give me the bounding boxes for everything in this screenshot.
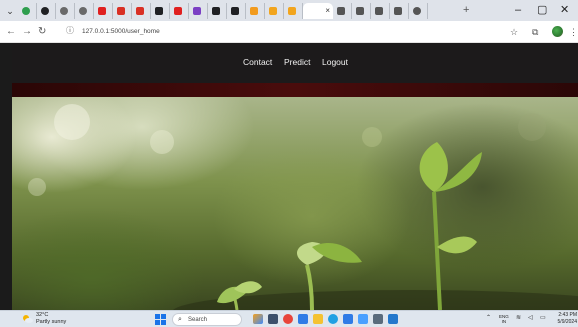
browser-tab-strip: ⌄ × + – ▢ ✕ bbox=[0, 0, 578, 21]
chat-icon bbox=[60, 7, 68, 15]
youtube-icon bbox=[174, 7, 182, 15]
browser-tab[interactable] bbox=[208, 3, 227, 19]
terminal-app-icon[interactable] bbox=[373, 314, 383, 324]
browser-tab[interactable] bbox=[170, 3, 189, 19]
browser-menu-icon[interactable]: ⋮ bbox=[569, 25, 578, 39]
browser-tab[interactable] bbox=[151, 3, 170, 19]
weather-widget[interactable]: 32°C Partly sunny bbox=[36, 312, 66, 326]
extensions-icon[interactable]: ⧉ bbox=[532, 25, 538, 39]
clock-time: 2:43 PM bbox=[558, 312, 577, 318]
orange-app-icon bbox=[269, 7, 277, 15]
orange-app-icon bbox=[288, 7, 296, 15]
hero-image-seedlings bbox=[12, 97, 578, 310]
minimize-button[interactable]: – bbox=[515, 3, 521, 17]
partly-sunny-icon[interactable] bbox=[22, 314, 33, 324]
nav-link-predict[interactable]: Predict bbox=[284, 57, 310, 68]
clock-date: 5/9/2024 bbox=[557, 319, 577, 325]
bookmark-star-icon[interactable]: ☆ bbox=[510, 25, 518, 39]
github-icon bbox=[212, 7, 220, 15]
windows-taskbar: 32°C Partly sunny ⌕ Search ⌃ ENG IN ≋ ◁ … bbox=[0, 310, 578, 327]
forward-icon[interactable]: → bbox=[22, 25, 32, 39]
close-tab-icon[interactable]: × bbox=[325, 6, 330, 15]
volume-icon[interactable]: ◁ bbox=[528, 314, 533, 323]
browser-tab[interactable] bbox=[352, 3, 371, 19]
store-app-icon[interactable] bbox=[298, 314, 308, 324]
wikipedia-icon bbox=[356, 7, 364, 15]
vscode-app-icon[interactable] bbox=[388, 314, 398, 324]
file-explorer-icon[interactable] bbox=[313, 314, 323, 324]
browser-tab[interactable] bbox=[18, 3, 37, 19]
region-code: IN bbox=[501, 319, 507, 324]
tab-search-chevron-icon[interactable]: ⌄ bbox=[4, 5, 16, 17]
browser-tab[interactable] bbox=[284, 3, 303, 19]
taskbar-search[interactable]: ⌕ Search bbox=[172, 313, 242, 326]
new-tab-button[interactable]: + bbox=[463, 4, 469, 16]
browser-tab[interactable] bbox=[390, 3, 409, 19]
browser-tab[interactable] bbox=[189, 3, 208, 19]
browser-tab[interactable] bbox=[227, 3, 246, 19]
reload-icon[interactable]: ↻ bbox=[38, 25, 46, 39]
browser-tab[interactable] bbox=[56, 3, 75, 19]
youtube-icon bbox=[98, 7, 106, 15]
task-view-icon[interactable] bbox=[268, 314, 278, 324]
tab-list: × bbox=[18, 3, 428, 19]
widgets-app-icon[interactable] bbox=[253, 314, 263, 324]
settings-icon bbox=[413, 7, 421, 15]
profile-avatar[interactable] bbox=[552, 26, 563, 37]
browser-tab[interactable] bbox=[409, 3, 428, 19]
browser-toolbar: ← → ↻ ⓘ 127.0.0.1:5000/user_home ☆ ⧉ ⋮ bbox=[0, 21, 578, 43]
openai-icon bbox=[41, 7, 49, 15]
seedlings-illustration bbox=[28, 104, 578, 310]
wikipedia-icon bbox=[337, 7, 345, 15]
edge-app-icon[interactable] bbox=[328, 314, 338, 324]
address-bar[interactable]: ⓘ 127.0.0.1:5000/user_home bbox=[60, 24, 530, 39]
browser-tab[interactable] bbox=[333, 3, 352, 19]
search-icon: ⌕ bbox=[178, 316, 182, 323]
orange-app-icon bbox=[250, 7, 258, 15]
close-window-button[interactable]: ✕ bbox=[560, 3, 569, 17]
battery-icon[interactable]: ▭ bbox=[540, 314, 546, 323]
browser-tab[interactable] bbox=[132, 3, 151, 19]
browser-tab[interactable] bbox=[265, 3, 284, 19]
show-hidden-icons-chevron-icon[interactable]: ⌃ bbox=[486, 314, 491, 323]
language-indicator[interactable]: ENG IN bbox=[499, 314, 509, 324]
weather-temperature: 32°C bbox=[36, 312, 49, 318]
navbar-accent-stripe bbox=[12, 83, 578, 97]
github-icon bbox=[231, 7, 239, 15]
gmail-icon bbox=[117, 7, 125, 15]
start-button[interactable] bbox=[155, 314, 166, 325]
chrome-app-icon[interactable] bbox=[283, 314, 293, 324]
gmail-icon bbox=[136, 7, 144, 15]
browser-tab[interactable] bbox=[75, 3, 94, 19]
notion-icon bbox=[155, 7, 163, 15]
wikipedia-icon bbox=[394, 7, 402, 15]
windows-logo-icon bbox=[155, 314, 160, 319]
search-placeholder: Search bbox=[188, 317, 208, 323]
web-page: Contact Predict Logout bbox=[12, 43, 578, 310]
browser-tab[interactable] bbox=[37, 3, 56, 19]
weather-description: Partly sunny bbox=[36, 319, 67, 325]
nav-link-logout[interactable]: Logout bbox=[322, 57, 348, 68]
photos-app-icon[interactable] bbox=[358, 314, 368, 324]
browser-tab[interactable] bbox=[246, 3, 265, 19]
purple-app-icon bbox=[193, 7, 201, 15]
wifi-icon[interactable]: ≋ bbox=[516, 314, 521, 323]
nav-link-contact[interactable]: Contact bbox=[243, 57, 272, 68]
circle-icon bbox=[22, 7, 30, 15]
url-text[interactable]: 127.0.0.1:5000/user_home bbox=[82, 26, 160, 37]
chat-icon bbox=[79, 7, 87, 15]
browser-tab[interactable] bbox=[371, 3, 390, 19]
back-icon[interactable]: ← bbox=[6, 25, 16, 39]
mail-app-icon[interactable] bbox=[343, 314, 353, 324]
browser-tab[interactable] bbox=[113, 3, 132, 19]
site-info-icon[interactable]: ⓘ bbox=[66, 25, 74, 37]
maximize-button[interactable]: ▢ bbox=[537, 3, 547, 17]
browser-tab-active[interactable]: × bbox=[303, 3, 333, 19]
system-clock[interactable]: 2:43 PM 5/9/2024 bbox=[553, 312, 577, 326]
wikipedia-icon bbox=[375, 7, 383, 15]
site-navbar: Contact Predict Logout bbox=[12, 43, 578, 83]
browser-tab[interactable] bbox=[94, 3, 113, 19]
